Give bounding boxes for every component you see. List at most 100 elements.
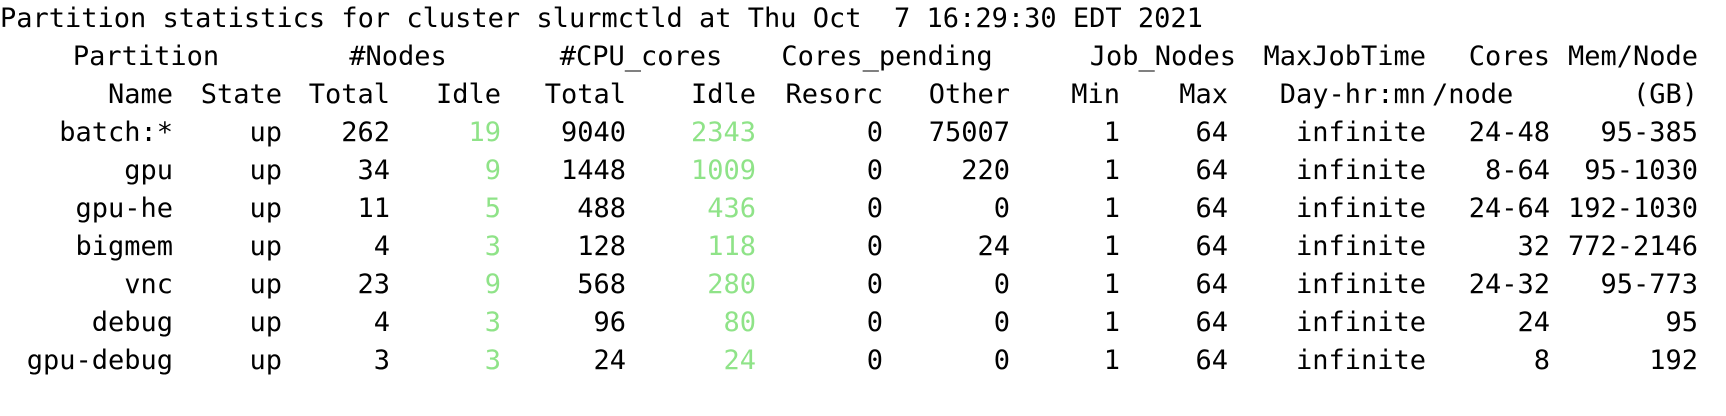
mem-per-node: 95-1030 [1584,155,1698,186]
mem-per-node: 192 [1649,345,1698,376]
partition-state: up [249,117,282,148]
max-job-time: infinite [1295,231,1426,262]
mem-per-node: 95-385 [1600,117,1698,148]
cores-per-node: 24-64 [1468,193,1550,224]
table-row: gpu up 34 9 1448 1009 0 220 1 64 infinit… [0,152,1726,190]
nodes-total: 11 [357,193,390,224]
nodes-idle: 3 [484,307,501,338]
header-max: Max [1179,79,1228,110]
header-state: State [200,79,282,110]
cpu-idle: 24 [723,345,756,376]
max-job-time: infinite [1295,269,1426,300]
cores-per-node: 24-32 [1468,269,1550,300]
partition-name: debug [91,307,173,338]
mem-per-node: 95-773 [1600,269,1698,300]
table-row: debug up 4 3 96 80 0 0 1 64 infinite 24 … [0,304,1726,342]
job-nodes-min: 1 [1103,307,1120,338]
partition-state: up [249,193,282,224]
table-row: batch:* up 262 19 9040 2343 0 75007 1 64… [0,114,1726,152]
job-nodes-min: 1 [1103,155,1120,186]
header-job-nodes: Job_Nodes [1089,41,1236,72]
header-row-groups: Partition #Nodes #CPU_cores Cores_pendin… [0,38,1726,76]
job-nodes-min: 1 [1103,345,1120,376]
header-nodes-total: Total [308,79,390,110]
job-nodes-max: 64 [1195,193,1228,224]
pending-other: 0 [993,307,1010,338]
job-nodes-max: 64 [1195,269,1228,300]
header-nodes: #Nodes [349,41,447,72]
table-row: vnc up 23 9 568 280 0 0 1 64 infinite 24… [0,266,1726,304]
partition-name: bigmem [75,231,173,262]
nodes-total: 262 [341,117,390,148]
cpu-idle: 118 [707,231,756,262]
partition-state: up [249,155,282,186]
header-resorc: Resorc [785,79,883,110]
header-partition: Partition [72,41,220,72]
pending-resorc: 0 [866,345,883,376]
max-job-time: infinite [1295,193,1426,224]
table-row: gpu-debug up 3 3 24 24 0 0 1 64 infinite… [0,342,1726,380]
max-job-time: infinite [1295,117,1426,148]
pending-other: 0 [993,193,1010,224]
partition-name: gpu [124,155,173,186]
partition-state: up [249,231,282,262]
partition-name: gpu-debug [26,345,173,376]
cores-per-node: 8 [1533,345,1550,376]
partition-name: gpu-he [75,193,173,224]
partition-state: up [249,307,282,338]
mem-per-node: 95 [1665,307,1698,338]
nodes-total: 4 [373,307,390,338]
header-min: Min [1071,79,1120,110]
cpu-total: 488 [577,193,626,224]
job-nodes-max: 64 [1195,155,1228,186]
cpu-total: 128 [577,231,626,262]
header-gb: (GB) [1632,79,1698,110]
nodes-idle: 9 [484,269,501,300]
header-cpu-cores: #CPU_cores [559,41,723,72]
nodes-idle: 19 [468,117,501,148]
nodes-idle: 3 [484,231,501,262]
header-per-node: /node [1432,79,1514,110]
nodes-idle: 5 [484,193,501,224]
nodes-total: 3 [373,345,390,376]
header-cores: Cores [1468,41,1550,72]
pending-other: 75007 [928,117,1010,148]
pending-resorc: 0 [866,269,883,300]
pending-other: 220 [961,155,1010,186]
pending-other: 0 [993,345,1010,376]
cores-per-node: 24 [1517,307,1550,338]
job-nodes-min: 1 [1103,117,1120,148]
header-other: Other [928,79,1010,110]
header-day-hr-mn: Day-hr:mn [1279,79,1426,110]
nodes-idle: 3 [484,345,501,376]
pending-resorc: 0 [866,117,883,148]
pending-resorc: 0 [866,155,883,186]
mem-per-node: 192-1030 [1567,193,1698,224]
job-nodes-max: 64 [1195,231,1228,262]
pending-other: 0 [993,269,1010,300]
cores-per-node: 32 [1517,231,1550,262]
cpu-total: 96 [593,307,626,338]
partition-state: up [249,269,282,300]
cpu-idle: 436 [707,193,756,224]
pending-resorc: 0 [866,307,883,338]
cpu-total: 1448 [560,155,626,186]
max-job-time: infinite [1295,345,1426,376]
header-cores-pending: Cores_pending [781,41,993,72]
cores-per-node: 24-48 [1468,117,1550,148]
partition-name: batch:* [59,117,173,148]
nodes-total: 4 [373,231,390,262]
max-job-time: infinite [1295,155,1426,186]
job-nodes-max: 64 [1195,307,1228,338]
header-nodes-idle: Idle [435,79,501,110]
header-max-job-time: MaxJobTime [1263,41,1426,72]
pending-other: 24 [977,231,1010,262]
header-mem-node: Mem/Node [1567,41,1698,72]
job-nodes-min: 1 [1103,231,1120,262]
table-row: bigmem up 4 3 128 118 0 24 1 64 infinite… [0,228,1726,266]
job-nodes-max: 64 [1195,117,1228,148]
mem-per-node: 772-2146 [1567,231,1698,262]
header-row-columns: Name State Total Idle Total Idle Resorc … [0,76,1726,114]
table-row: gpu-he up 11 5 488 436 0 0 1 64 infinite… [0,190,1726,228]
nodes-idle: 9 [484,155,501,186]
